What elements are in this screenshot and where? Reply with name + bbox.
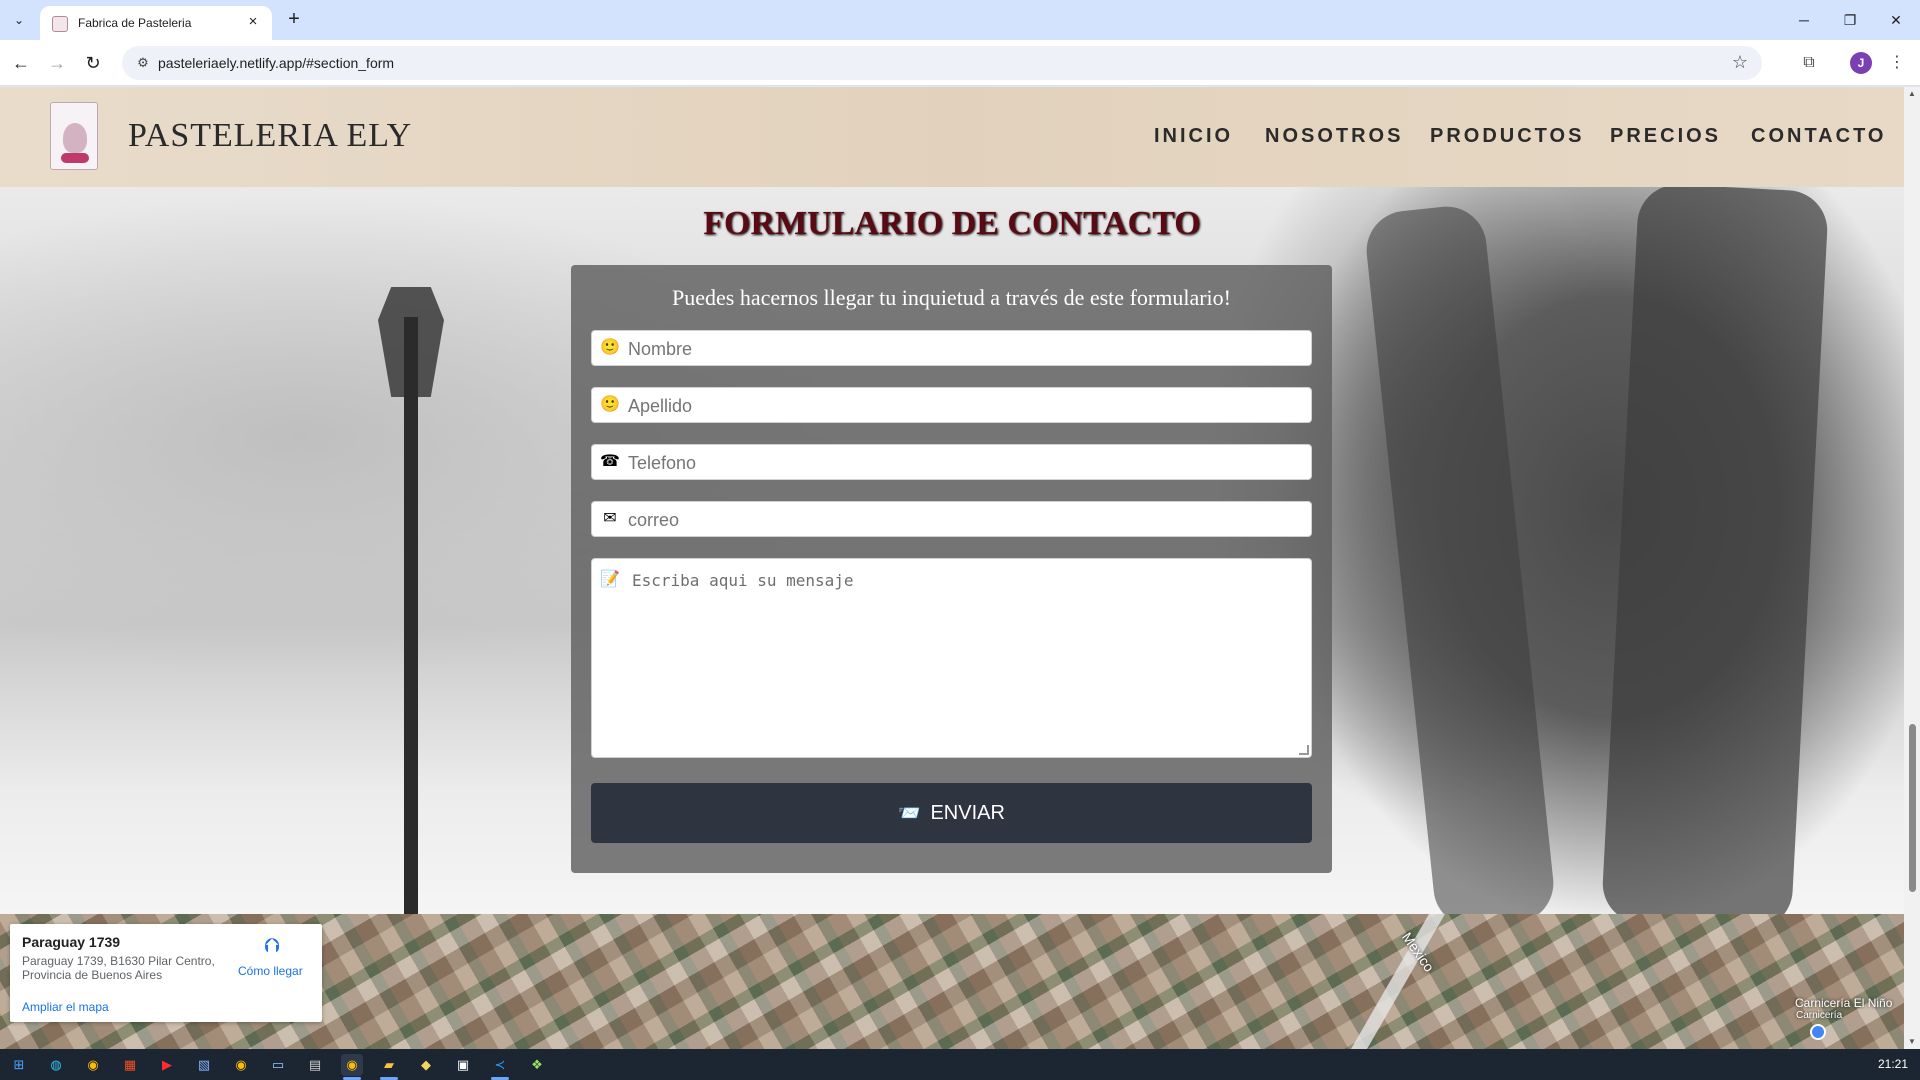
site-header: PASTELERIA ELY INICIO NOSOTROS PRODUCTOS… <box>0 87 1904 187</box>
nav-productos[interactable]: PRODUCTOS <box>1430 125 1584 148</box>
star-icon[interactable]: ☆ <box>1732 52 1748 73</box>
message-textarea[interactable]: 📝 Escriba aqui su mensaje <box>591 558 1312 758</box>
correo-field[interactable]: ✉ correo <box>591 501 1312 537</box>
scroll-thumb[interactable] <box>1909 724 1916 892</box>
form-lead: Puedes hacernos llegar tu inquietud a tr… <box>672 285 1231 310</box>
tune-icon[interactable]: ⚙ <box>134 54 152 72</box>
map-pin-icon[interactable] <box>1810 1024 1826 1040</box>
window-close-icon[interactable]: ✕ <box>1876 6 1916 34</box>
nav-contacto[interactable]: CONTACTO <box>1751 125 1886 148</box>
file-explorer-icon[interactable]: ▰ <box>378 1054 400 1076</box>
arrow-left-icon[interactable]: ← <box>8 50 34 76</box>
app-misc-icon[interactable]: ❖ <box>526 1054 548 1076</box>
chrome-icon[interactable]: ◉ <box>82 1054 104 1076</box>
windows-start-icon[interactable]: ⊞ <box>8 1054 30 1076</box>
apellido-field[interactable]: 🙂 Apellido <box>591 387 1312 423</box>
map-place-name: Paraguay 1739 <box>22 934 121 950</box>
telefono-field[interactable]: ☎ Telefono <box>591 444 1312 480</box>
kebab-menu-icon[interactable]: ⋮ <box>1884 50 1910 76</box>
close-icon[interactable]: × <box>244 13 262 31</box>
page-viewport: PASTELERIA ELY INICIO NOSOTROS PRODUCTOS… <box>0 87 1904 1049</box>
map-poi-category: Carnicería <box>1796 1010 1843 1021</box>
site-logo[interactable] <box>50 102 98 170</box>
scroll-down-icon[interactable]: ▼ <box>1908 1037 1916 1046</box>
tab-title: Fabrica de Pasteleria <box>78 16 192 30</box>
map-poi-label[interactable]: Carnicería El Niño <box>1795 996 1892 1010</box>
send-button[interactable]: 📨 ENVIAR <box>591 783 1312 843</box>
intellij-icon[interactable]: ▣ <box>452 1054 474 1076</box>
chrome-active-icon[interactable]: ◉ <box>341 1054 363 1076</box>
mailbox-icon: 📨 <box>898 802 921 823</box>
taskbar-clock[interactable]: 21:21 <box>1878 1057 1908 1071</box>
vscode-icon[interactable]: ≺ <box>489 1054 511 1076</box>
git-icon[interactable]: ◆ <box>415 1054 437 1076</box>
message-placeholder: Escriba aqui su mensaje <box>632 571 854 590</box>
enlarge-map-link[interactable]: Ampliar el mapa <box>22 1000 109 1014</box>
face-icon: 🙂 <box>600 339 620 356</box>
send-button-label: ENVIAR <box>930 801 1005 824</box>
reload-icon[interactable]: ↻ <box>80 50 106 76</box>
map-place-card: Paraguay 1739 Paraguay 1739, B1630 Pilar… <box>10 924 322 1022</box>
youtube-icon[interactable]: ▶ <box>156 1054 178 1076</box>
embedded-map[interactable]: Mexico Carnicería El Niño Carnicería Par… <box>0 914 1904 1049</box>
chevron-down-icon[interactable]: ⌄ <box>8 9 30 31</box>
map-address: Paraguay 1739, B1630 Pilar Centro, Provi… <box>22 954 215 982</box>
apellido-placeholder: Apellido <box>628 396 693 416</box>
memo-icon: 📝 <box>600 571 620 588</box>
telephone-icon: ☎ <box>600 453 620 470</box>
browser-tab-bar: ⌄ Fabrica de Pasteleria × + ─ ❐ ✕ <box>0 0 1920 40</box>
nav-precios[interactable]: PRECIOS <box>1610 125 1721 148</box>
puzzle-icon[interactable]: ⧉ <box>1796 50 1822 76</box>
restore-icon[interactable]: ❐ <box>1830 6 1870 34</box>
app-icon[interactable]: ▧ <box>193 1054 215 1076</box>
minimize-icon[interactable]: ─ <box>1784 6 1824 34</box>
chrome-profile-icon[interactable]: ◉ <box>230 1054 252 1076</box>
tree-decoration <box>1362 202 1558 932</box>
correo-placeholder: correo <box>628 510 680 530</box>
map-road <box>1351 914 1445 1049</box>
lamp-post-decoration <box>404 317 418 917</box>
resize-grip-icon[interactable] <box>1299 745 1309 755</box>
plus-icon[interactable]: + <box>282 8 306 32</box>
scroll-up-icon[interactable]: ▲ <box>1908 89 1916 98</box>
logo-flowers <box>61 153 89 163</box>
browser-tab[interactable]: Fabrica de Pasteleria × <box>40 6 272 40</box>
remote-desktop-icon[interactable]: ▭ <box>267 1054 289 1076</box>
avatar[interactable]: J <box>1850 52 1872 74</box>
calculator-icon[interactable]: ▤ <box>304 1054 326 1076</box>
logo-figure <box>63 123 87 153</box>
tree-decoration <box>1600 182 1830 932</box>
directions-link[interactable]: Cómo llegar <box>238 964 303 978</box>
taskbar: ⊞ ◍ ◉ ▦ ▶ ▧ ◉ ▭ ▤ ◉ ▰ ◆ ▣ ≺ ❖ 21:21 <box>0 1049 1920 1080</box>
directions-icon[interactable]: ⮉ <box>260 934 284 958</box>
address-bar[interactable]: ⚙ pasteleriaely.netlify.app/#section_for… <box>122 46 1762 80</box>
nav-nosotros[interactable]: NOSOTROS <box>1265 125 1403 148</box>
nombre-field[interactable]: 🙂 Nombre <box>591 330 1312 366</box>
contact-form: Puedes hacernos llegar tu inquietud a tr… <box>571 265 1332 873</box>
face-icon: 🙂 <box>600 396 620 413</box>
favicon-icon <box>52 16 68 32</box>
edge-icon[interactable]: ◍ <box>45 1054 67 1076</box>
telefono-placeholder: Telefono <box>628 453 697 473</box>
nombre-placeholder: Nombre <box>628 339 693 359</box>
store-icon[interactable]: ▦ <box>119 1054 141 1076</box>
envelope-icon: ✉ <box>603 510 617 527</box>
url-text[interactable]: pasteleriaely.netlify.app/#section_form <box>158 55 394 71</box>
brand-name[interactable]: PASTELERIA ELY <box>128 117 412 155</box>
form-title: FORMULARIO DE CONTACTO <box>703 205 1201 242</box>
nav-inicio[interactable]: INICIO <box>1154 125 1233 148</box>
browser-toolbar: ← → ↻ ⚙ pasteleriaely.netlify.app/#secti… <box>0 40 1920 86</box>
arrow-right-icon[interactable]: → <box>44 50 70 76</box>
page-scrollbar[interactable]: ▲ ▼ <box>1904 87 1920 1049</box>
